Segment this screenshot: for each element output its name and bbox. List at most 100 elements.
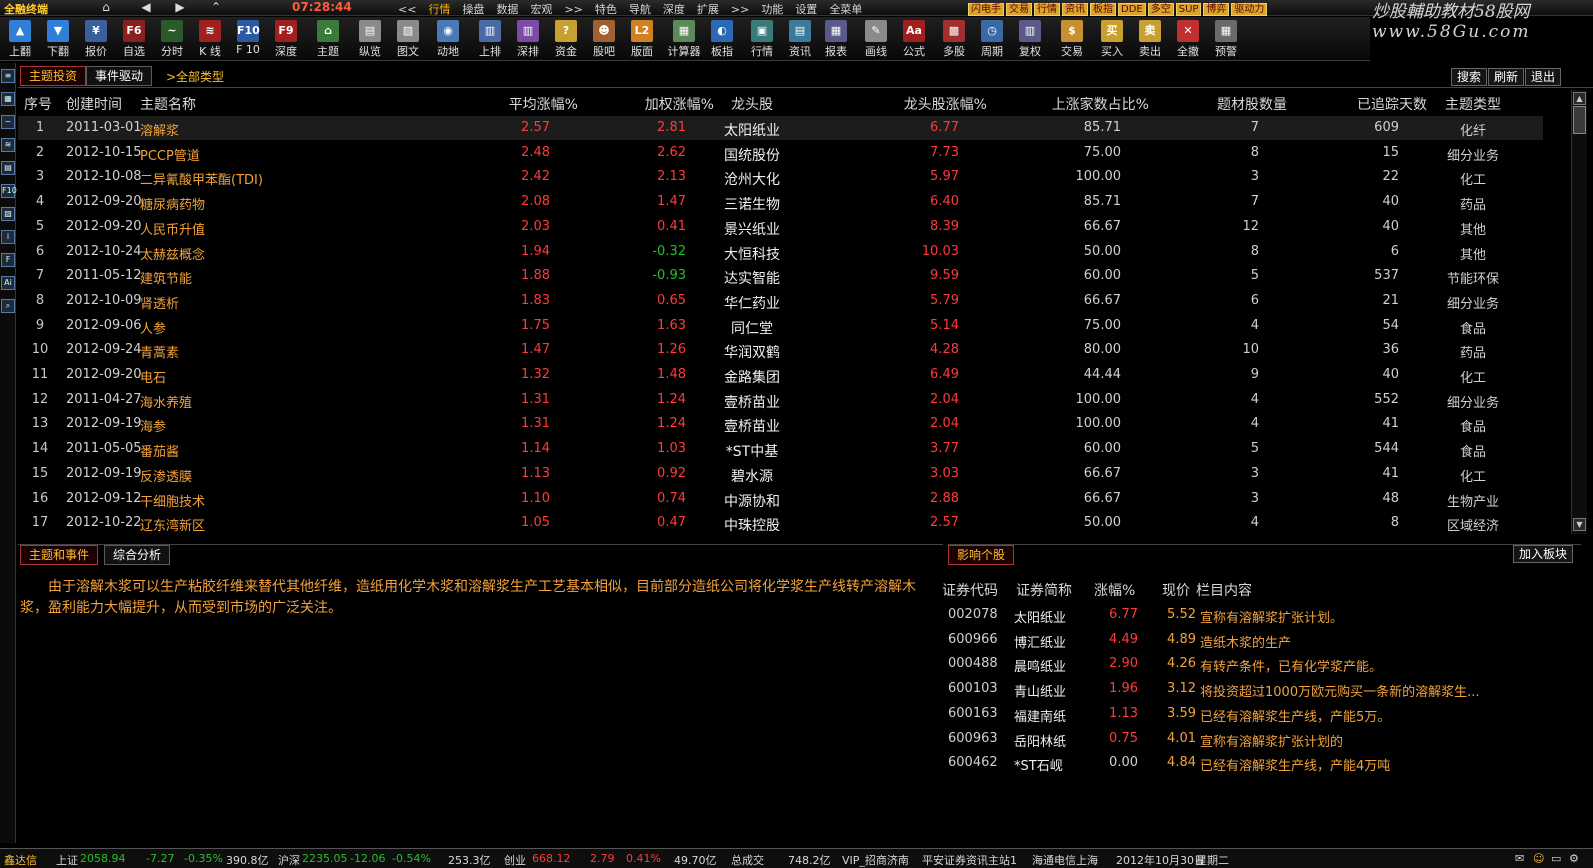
influence-column-header[interactable]: 现价 [1162,580,1190,600]
menu-item[interactable]: 设置 [795,3,817,16]
table-row[interactable]: 5 2012-09-20 人民币升值 2.03 0.41 景兴纸业 8.39 66.67 12 4… [18,215,1543,239]
influence-column-header[interactable]: 证券代码 [942,580,998,600]
influence-row[interactable]: 000488 晨鸣纸业 2.90 4.26 有转产条件，已有化学浆产能。 [948,652,1578,676]
quick-tag[interactable]: 资讯 [1062,3,1088,16]
scroll-up-icon[interactable]: ▲ [1573,92,1586,105]
column-header[interactable]: 上涨家数占比% [1052,94,1149,114]
table-row[interactable]: 3 2012-10-08 二异氰酸甲苯酯(TDI) 2.42 2.13 沧州大化 5.97 1… [18,165,1543,189]
quick-tag[interactable]: 板指 [1090,3,1116,16]
search-view-icon[interactable]: ⌕ [1,299,15,313]
toolbar-button[interactable]: ▥ 复权 [1012,19,1048,59]
forward-icon[interactable]: ▶ [170,0,190,14]
influence-row[interactable]: 600163 福建南纸 1.13 3.59 已经有溶解浆生产线，产能5万。 [948,702,1578,726]
column-header[interactable]: 主题类型 [1440,94,1506,114]
toolbar-button[interactable]: ▦ 计算器 [666,19,702,59]
influence-row[interactable]: 600966 博汇纸业 4.49 4.89 造纸木浆的生产 [948,628,1578,652]
table-row[interactable]: 7 2011-05-12 建筑节能 1.88 -0.93 达实智能 9.59 60.00 5 53… [18,264,1543,288]
toolbar-button[interactable]: $ 交易 [1054,19,1090,59]
quick-tag[interactable]: 行情 [1034,3,1060,16]
scroll-thumb[interactable] [1573,106,1586,134]
influence-column-header[interactable]: 栏目内容 [1196,580,1252,600]
menu-item[interactable]: 操盘 [462,3,484,16]
toolbar-button[interactable]: ▩ 多股 [936,19,972,59]
add-to-sector-button[interactable]: 加入板块 [1513,545,1574,563]
search-button[interactable]: 搜索 [1451,68,1488,86]
table-row[interactable]: 17 2012-10-22 辽东湾新区 1.05 0.47 中珠控股 2.57 50.00 4 8… [18,511,1543,535]
menu-item[interactable]: 扩展 [697,3,719,16]
toolbar-button[interactable]: ☻ 股吧 [586,19,622,59]
home-icon[interactable]: ⌂ [96,0,116,14]
table-row[interactable]: 4 2012-09-20 糖尿病药物 2.08 1.47 三诺生物 6.40 85.71 7 40… [18,190,1543,214]
menu-item[interactable]: 特色 [595,3,617,16]
toolbar-button[interactable]: ¥ 报价 [78,19,114,59]
quick-tag[interactable]: 闪电手 [968,3,1004,16]
toolbar-button[interactable]: L2 版面 [624,19,660,59]
type-filter[interactable]: >全部类型 [166,68,224,85]
influence-column-header[interactable]: 证券简称 [1016,580,1072,600]
collapse-icon[interactable]: ⌃ [206,0,226,14]
toolbar-button[interactable]: ▦ 报表 [818,19,854,59]
menu-item[interactable]: 功能 [761,3,783,16]
quick-tag[interactable]: 交易 [1006,3,1032,16]
table-row[interactable]: 8 2012-10-09 肾透析 1.83 0.65 华仁药业 5.79 66.67 6 21 细分… [18,289,1543,313]
toolbar-button[interactable]: ▼ 下翻 [40,19,76,59]
table-row[interactable]: 16 2012-09-12 干细胞技术 1.10 0.74 中源协和 2.88 66.67 3 4… [18,487,1543,511]
influence-column-header[interactable]: 涨幅% [1094,580,1135,600]
toolbar-button[interactable]: ✎ 画线 [858,19,894,59]
tab-affected-stocks[interactable]: 影响个股 [948,545,1015,565]
tab-event-driven[interactable]: 事件驱动 [86,66,153,86]
report-view-icon[interactable]: ▤ [1,161,15,175]
toolbar-button[interactable]: ▤ 纵览 [352,19,388,59]
notice-icon[interactable]: ☺ [1533,852,1544,865]
column-header[interactable]: 主题名称 [140,94,196,114]
tab-theme-event[interactable]: 主题和事件 [20,545,99,565]
toolbar-button[interactable]: ▥ 上排 [472,19,508,59]
toolbar-button[interactable]: ⌂ 主题 [310,19,346,59]
toolbar-button[interactable]: ▥ 深排 [510,19,546,59]
back-icon[interactable]: ◀ [136,0,156,14]
influence-row[interactable]: 600462 *ST石岘 0.00 4.84 已经有溶解浆生产线，产能4万吨 [948,751,1578,775]
quick-tag[interactable]: 驱动力 [1231,3,1268,16]
table-view-icon[interactable]: ▦ [1,92,15,106]
info-view-icon[interactable]: i [1,230,15,244]
toolbar-button[interactable]: ◷ 周期 [974,19,1010,59]
menu-item[interactable]: >> [564,3,582,16]
table-row[interactable]: 15 2012-09-19 反渗透膜 1.13 0.92 碧水源 3.03 66.67 3 41 化… [18,462,1543,486]
menu-item[interactable]: 导航 [629,3,651,16]
f10-view-icon[interactable]: F10 [1,184,17,198]
column-header[interactable]: 序号 [24,94,52,114]
toolbar-button[interactable]: ▧ 图文 [390,19,426,59]
table-row[interactable]: 12 2011-04-27 海水养殖 1.31 1.24 壹桥苗业 2.04 100.00 4 5… [18,388,1543,412]
column-header[interactable]: 加权涨幅% [645,94,714,114]
table-row[interactable]: 11 2012-09-20 电石 1.32 1.48 金路集团 6.49 44.44 9 40 化工 [18,363,1543,387]
f10-alt-icon[interactable]: F [1,253,15,267]
toolbar-button[interactable]: Aa 公式 [896,19,932,59]
menu-item[interactable]: << [398,3,416,16]
toolbar-button[interactable]: ? 资金 [548,19,584,59]
table-scrollbar[interactable]: ▲ ▼ [1571,90,1587,534]
toolbar-button[interactable]: ▦ 预警 [1208,19,1244,59]
news-view-icon[interactable]: ▧ [1,207,15,221]
quick-tag[interactable]: 多空 [1147,3,1174,16]
kline-view-icon[interactable]: ≋ [1,138,15,152]
toolbar-button[interactable]: 买买入 [1094,19,1130,59]
toolbar-button[interactable]: F10 F 10 [230,19,266,59]
list-view-icon[interactable]: ≡ [1,69,15,83]
menu-item[interactable]: 宏观 [530,3,552,16]
column-header[interactable]: 龙头股 [720,94,784,114]
tab-analysis[interactable]: 综合分析 [104,545,171,565]
column-header[interactable]: 平均涨幅% [509,94,578,114]
monitor-icon[interactable]: ▭ [1551,852,1561,865]
settings-icon[interactable]: ⚙ [1569,852,1579,865]
toolbar-button[interactable]: F6 自选 [116,19,152,59]
table-row[interactable]: 14 2011-05-05 番茄酱 1.14 1.03 *ST中基 3.77 60.00 5 54… [18,437,1543,461]
column-header[interactable]: 创建时间 [66,94,122,114]
table-row[interactable]: 1 2011-03-01 溶解浆 2.57 2.81 太阳纸业 6.77 85.71 7 609 化… [18,116,1543,140]
column-header[interactable]: 龙头股涨幅% [904,94,987,114]
quick-tag[interactable]: 博弈 [1203,3,1230,16]
tab-theme-investment[interactable]: 主题投资 [20,66,87,86]
toolbar-button[interactable]: ~ 分时 [154,19,190,59]
menu-item[interactable]: 行情 [428,3,450,16]
table-row[interactable]: 6 2012-10-24 太赫兹概念 1.94 -0.32 大恒科技 10.03 50.00 8… [18,240,1543,264]
toolbar-button[interactable]: ✕ 全撤 [1170,19,1206,59]
